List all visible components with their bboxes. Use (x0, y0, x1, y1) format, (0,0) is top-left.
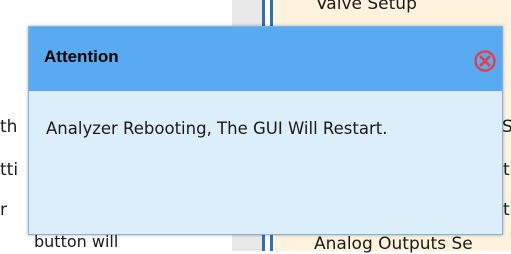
background-text-fragment: t (503, 200, 510, 220)
attention-dialog: Attention Analyzer Rebooting, The GUI Wi… (28, 26, 503, 235)
close-icon[interactable] (473, 49, 497, 73)
background-text-fragment: t (503, 160, 510, 180)
menu-item-analog-outputs[interactable]: Analog Outputs Se (314, 234, 473, 254)
dialog-header: Attention (29, 27, 502, 91)
background-text-fragment: tti (0, 160, 19, 180)
dialog-message: Analyzer Rebooting, The GUI Will Restart… (46, 119, 388, 138)
background-text-fragment: r (0, 200, 7, 220)
background-text-fragment: th (0, 117, 18, 137)
dialog-title: Attention (44, 47, 119, 66)
background-text-fragment: S (502, 117, 511, 137)
close-circle-icon (474, 50, 496, 72)
menu-item-valve-setup[interactable]: Valve Setup (316, 0, 417, 14)
